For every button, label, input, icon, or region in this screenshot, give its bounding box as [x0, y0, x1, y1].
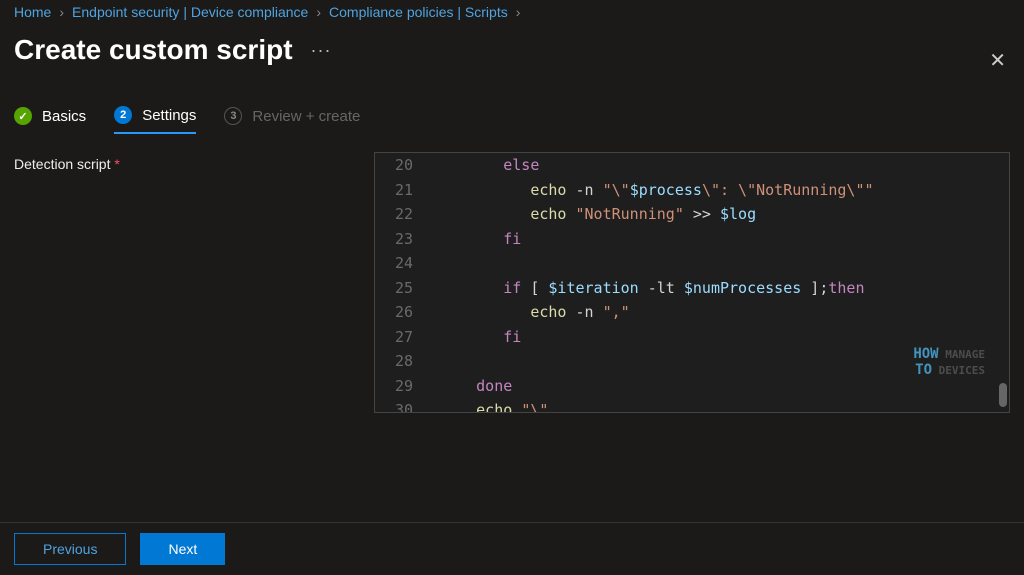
code-line: 24 — [375, 251, 1009, 276]
breadcrumb-sep: › — [516, 4, 521, 20]
code-line: 21 echo -n "\"$process\": \"NotRunning\"… — [375, 178, 1009, 203]
breadcrumb-compliance-scripts[interactable]: Compliance policies | Scripts — [329, 4, 508, 20]
code-line: 23 fi — [375, 227, 1009, 252]
line-number: 20 — [375, 153, 431, 178]
tab-basics[interactable]: ✓ Basics — [14, 107, 86, 133]
page-title: Create custom script — [14, 34, 293, 66]
line-content: else — [431, 153, 539, 178]
watermark-logo: HOW MANAGE TO DEVICES — [913, 347, 985, 378]
line-content: done — [431, 374, 512, 399]
breadcrumb-endpoint-security[interactable]: Endpoint security | Device compliance — [72, 4, 308, 20]
line-number: 26 — [375, 300, 431, 325]
line-number: 29 — [375, 374, 431, 399]
code-line: 22 echo "NotRunning" >> $log — [375, 202, 1009, 227]
tab-basics-label: Basics — [42, 108, 86, 125]
editor-scrollbar-thumb[interactable] — [999, 383, 1007, 407]
line-content: if [ $iteration -lt $numProcesses ];then — [431, 276, 865, 301]
breadcrumb: Home › Endpoint security | Device compli… — [0, 0, 1024, 24]
more-options-button[interactable]: ··· — [311, 40, 332, 61]
line-number: 21 — [375, 178, 431, 203]
wizard-tabs: ✓ Basics 2 Settings 3 Review + create — [0, 106, 1024, 144]
line-number: 24 — [375, 251, 431, 276]
code-line: 26 echo -n "," — [375, 300, 1009, 325]
line-number: 27 — [375, 325, 431, 350]
check-icon: ✓ — [14, 107, 32, 125]
line-number: 22 — [375, 202, 431, 227]
close-icon[interactable]: ✕ — [989, 48, 1006, 73]
line-number: 28 — [375, 349, 431, 374]
line-content: fi — [431, 325, 521, 350]
line-content: echo -n "\"$process\": \"NotRunning\"" — [431, 178, 874, 203]
detection-script-label: Detection script * — [14, 152, 334, 413]
detection-script-editor[interactable]: HOW MANAGE TO DEVICES 20 else21 echo -n … — [374, 152, 1010, 413]
tab-review-create[interactable]: 3 Review + create — [224, 107, 360, 133]
line-content: fi — [431, 227, 521, 252]
breadcrumb-sep: › — [59, 4, 64, 20]
line-content: echo -n "," — [431, 300, 630, 325]
line-number: 30 — [375, 398, 431, 413]
code-line: 30 echo "\" — [375, 398, 1009, 413]
step-number-icon: 2 — [114, 106, 132, 124]
line-content: echo "\" — [431, 398, 548, 413]
next-button[interactable]: Next — [140, 533, 225, 565]
code-line: 20 else — [375, 153, 1009, 178]
tab-review-label: Review + create — [252, 108, 360, 125]
line-number: 23 — [375, 227, 431, 252]
tab-settings[interactable]: 2 Settings — [114, 106, 196, 134]
line-content: echo "NotRunning" >> $log — [431, 202, 756, 227]
step-number-icon: 3 — [224, 107, 242, 125]
breadcrumb-home[interactable]: Home — [14, 4, 51, 20]
editor-scrollbar[interactable] — [999, 157, 1007, 409]
wizard-footer: Previous Next — [0, 522, 1024, 575]
line-number: 25 — [375, 276, 431, 301]
breadcrumb-sep: › — [316, 4, 321, 20]
required-indicator: * — [114, 156, 119, 172]
previous-button[interactable]: Previous — [14, 533, 126, 565]
detection-script-label-text: Detection script — [14, 156, 110, 172]
tab-settings-label: Settings — [142, 107, 196, 124]
code-line: 25 if [ $iteration -lt $numProcesses ];t… — [375, 276, 1009, 301]
